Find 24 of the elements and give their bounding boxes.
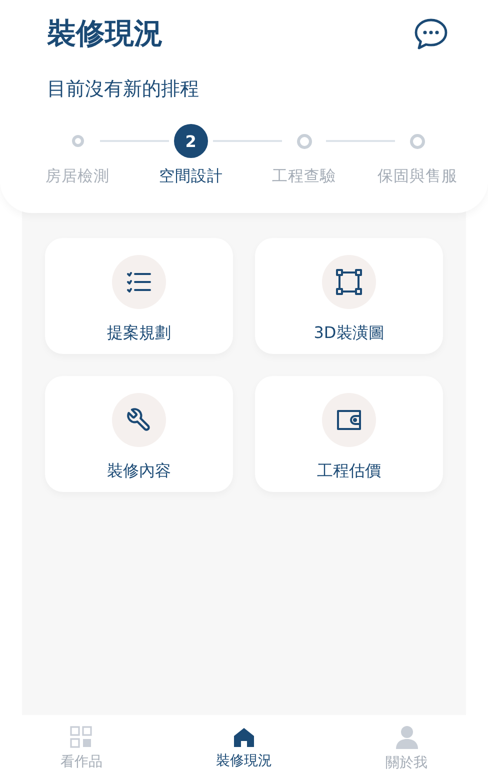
grid-icon [70,726,92,748]
menu-card[interactable]: 3D裝潢圖 [255,238,443,354]
card-label: 工程估價 [317,461,381,482]
person-icon [396,724,418,748]
home-icon [232,726,255,746]
chat-icon[interactable] [414,18,448,50]
wrench-icon [126,407,152,433]
page-title: 裝修現況 [47,15,163,52]
menu-card[interactable]: 工程估價 [255,376,443,492]
card-label: 裝修內容 [107,461,171,482]
checklist-icon [126,270,152,294]
step-label: 保固與售服 [377,166,458,187]
schedule-status: 目前沒有新的排程 [47,77,200,102]
wallet-icon [336,409,362,431]
frame-icon [335,268,363,296]
card-label: 3D裝潢圖 [314,323,384,344]
menu-card[interactable]: 提案規劃 [45,238,233,354]
menu-card[interactable]: 裝修內容 [45,376,233,492]
step-number: 2 [174,124,208,158]
step-label: 空間設計 [158,166,223,187]
card-label: 提案規劃 [107,323,171,344]
nav-tab[interactable]: 裝修現況 [162,715,326,781]
step-label: 工程查驗 [272,166,336,187]
step-label: 房居檢測 [46,166,110,187]
